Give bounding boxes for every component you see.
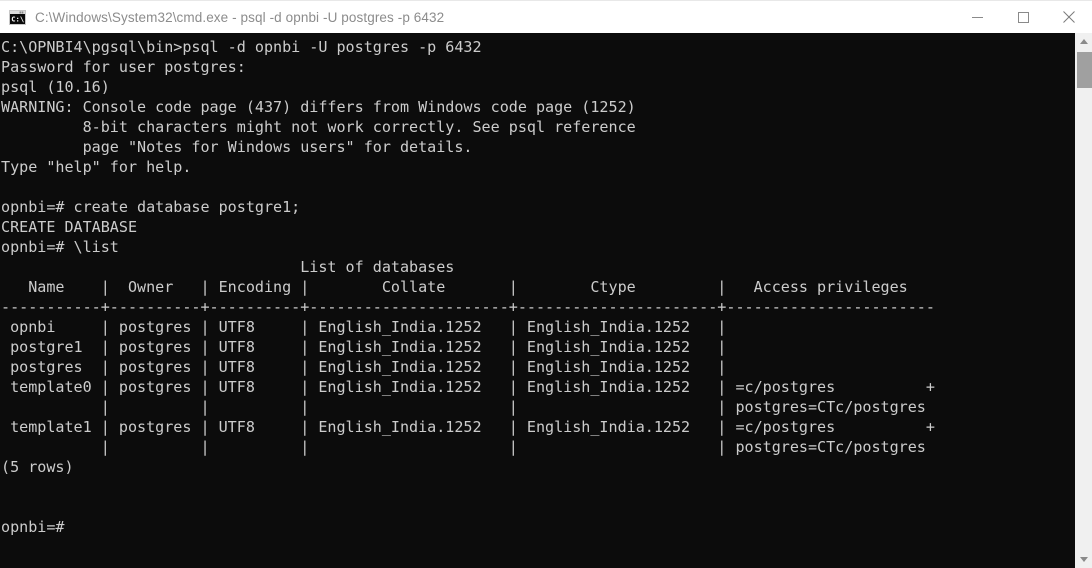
- chevron-down-icon: [1080, 557, 1088, 562]
- close-button[interactable]: [1046, 1, 1092, 34]
- terminal-output[interactable]: C:\OPNBI4\pgsql\bin>psql -d opnbi -U pos…: [0, 33, 1075, 568]
- chevron-up-icon: [1080, 39, 1088, 44]
- vertical-scrollbar[interactable]: [1075, 33, 1092, 568]
- maximize-icon: [1017, 11, 1029, 23]
- svg-text:C:\: C:\: [11, 14, 24, 23]
- console-area: C:\OPNBI4\pgsql\bin>psql -d opnbi -U pos…: [0, 33, 1092, 568]
- scrollbar-down-arrow[interactable]: [1076, 551, 1092, 568]
- minimize-icon: [971, 16, 983, 18]
- scrollbar-thumb[interactable]: [1077, 52, 1092, 88]
- title-bar-left: C:\ C:\Windows\System32\cmd.exe - psql -…: [0, 1, 954, 33]
- window-title: C:\Windows\System32\cmd.exe - psql -d op…: [35, 9, 445, 25]
- terminal-text: C:\OPNBI4\pgsql\bin>psql -d opnbi -U pos…: [1, 38, 935, 536]
- cmd-window: C:\ C:\Windows\System32\cmd.exe - psql -…: [0, 0, 1092, 568]
- title-bar[interactable]: C:\ C:\Windows\System32\cmd.exe - psql -…: [0, 0, 1092, 33]
- minimize-button[interactable]: [954, 1, 1000, 34]
- maximize-button[interactable]: [1000, 1, 1046, 34]
- cmd-console-icon: C:\: [9, 9, 26, 25]
- close-icon: [1063, 11, 1075, 23]
- window-controls: [954, 1, 1092, 34]
- scrollbar-up-arrow[interactable]: [1076, 33, 1092, 50]
